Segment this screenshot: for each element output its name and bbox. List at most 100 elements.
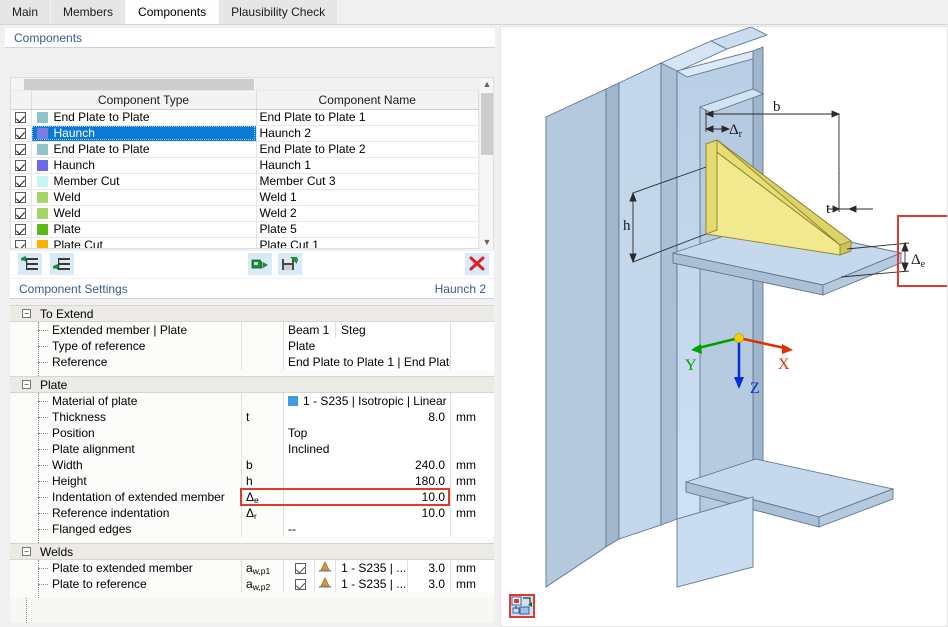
cell-component-type[interactable]: Haunch bbox=[31, 125, 257, 142]
cell-component-type[interactable]: Weld bbox=[31, 205, 257, 222]
checkbox-icon[interactable] bbox=[15, 112, 27, 124]
checkbox-icon[interactable] bbox=[295, 579, 307, 591]
property-section-header[interactable]: − Plate bbox=[10, 376, 494, 393]
tab-main[interactable]: Main bbox=[0, 0, 52, 24]
property-value[interactable]: 180.0 bbox=[284, 473, 450, 489]
collapse-expand-icon[interactable]: − bbox=[22, 309, 31, 318]
property-row[interactable]: Plate alignment Inclined bbox=[10, 441, 494, 457]
insert-before-button[interactable] bbox=[18, 253, 42, 275]
header-component-name[interactable]: Component Name bbox=[256, 91, 479, 110]
collapse-expand-icon[interactable]: − bbox=[22, 380, 31, 389]
row-checkbox[interactable] bbox=[11, 157, 32, 174]
tab-components[interactable]: Components bbox=[126, 0, 220, 24]
table-row[interactable]: Haunch Haunch 2 bbox=[11, 125, 479, 142]
table-row[interactable]: Weld Weld 2 bbox=[11, 205, 479, 222]
checkbox-icon[interactable] bbox=[15, 144, 27, 156]
table-row[interactable]: Plate Plate 5 bbox=[11, 221, 479, 238]
table-row[interactable]: Haunch Haunch 1 bbox=[11, 157, 479, 174]
table-row[interactable]: Member Cut Member Cut 3 bbox=[11, 173, 479, 190]
checkbox-icon[interactable] bbox=[15, 240, 27, 248]
property-value[interactable]: Beam 1 bbox=[284, 322, 335, 338]
collapse-expand-icon[interactable]: − bbox=[22, 547, 31, 556]
weld-material[interactable]: 1 - S235 | ... bbox=[336, 576, 408, 592]
row-checkbox[interactable] bbox=[11, 221, 32, 238]
property-value[interactable]: Plate bbox=[284, 338, 450, 354]
scroll-up-icon[interactable]: ▲ bbox=[480, 78, 494, 92]
property-row[interactable]: Thickness t 8.0 mm bbox=[10, 409, 494, 425]
scroll-down-icon[interactable]: ▼ bbox=[480, 236, 494, 250]
row-checkbox[interactable] bbox=[11, 205, 32, 222]
property-value[interactable]: 1 - S235 | ... 3.0 bbox=[284, 560, 450, 576]
cell-component-type[interactable]: End Plate to Plate bbox=[31, 141, 257, 158]
cell-component-name[interactable]: Member Cut 3 bbox=[256, 173, 479, 190]
property-row[interactable]: Flanged edges -- bbox=[10, 521, 494, 537]
weld-thickness-value[interactable]: 3.0 bbox=[408, 560, 450, 576]
cell-component-name[interactable]: Plate 5 bbox=[256, 221, 479, 238]
cell-component-name[interactable]: Haunch 1 bbox=[256, 157, 479, 174]
weld-material[interactable]: 1 - S235 | ... bbox=[336, 560, 408, 576]
cell-component-name[interactable]: End Plate to Plate 1 bbox=[256, 109, 479, 126]
table-row[interactable]: End Plate to Plate End Plate to Plate 2 bbox=[11, 141, 479, 158]
insert-after-button[interactable] bbox=[50, 253, 74, 275]
cell-component-type[interactable]: End Plate to Plate bbox=[31, 109, 257, 126]
row-checkbox[interactable] bbox=[11, 189, 32, 206]
property-row[interactable]: Plate to reference aw,p2 1 - S235 | ... 3.0… bbox=[10, 576, 494, 592]
checkbox-icon[interactable] bbox=[15, 208, 27, 220]
table-row[interactable]: Weld Weld 1 bbox=[11, 189, 479, 206]
property-row[interactable]: Width b 240.0 mm bbox=[10, 457, 494, 473]
checkbox-icon[interactable] bbox=[295, 563, 307, 575]
weld-enabled-checkbox[interactable] bbox=[288, 560, 315, 576]
property-value[interactable]: 240.0 bbox=[284, 457, 450, 473]
tab-members[interactable]: Members bbox=[51, 0, 127, 24]
row-checkbox[interactable] bbox=[11, 237, 32, 248]
cell-component-name[interactable]: Weld 2 bbox=[256, 205, 479, 222]
cell-component-name[interactable]: Weld 1 bbox=[256, 189, 479, 206]
cell-component-name[interactable]: Plate Cut 1 bbox=[256, 237, 479, 248]
property-row[interactable]: Reference indentation Δr 10.0 mm bbox=[10, 505, 494, 521]
cell-component-name[interactable]: Haunch 2 bbox=[256, 125, 479, 142]
property-row[interactable]: Material of plate 1 - S235 | Isotropic | … bbox=[10, 393, 494, 409]
property-value-secondary[interactable]: Steg bbox=[335, 322, 450, 338]
property-row[interactable]: Indentation of extended member Δe 10.0 mm bbox=[10, 489, 494, 505]
cell-component-type[interactable]: Haunch bbox=[31, 157, 257, 174]
property-row[interactable]: Reference End Plate to Plate 1 | End Plat… bbox=[10, 354, 494, 370]
vertical-scrollbar[interactable]: ▲ ▼ bbox=[479, 78, 493, 250]
checkbox-icon[interactable] bbox=[15, 160, 27, 172]
delete-component-button[interactable] bbox=[465, 253, 489, 275]
table-row[interactable]: Plate Cut Plate Cut 1 bbox=[11, 237, 479, 248]
horizontal-scrollbar-thumb[interactable] bbox=[24, 79, 254, 90]
table-row[interactable]: End Plate to Plate End Plate to Plate 1 bbox=[11, 109, 479, 126]
row-checkbox[interactable] bbox=[11, 109, 32, 126]
property-value[interactable]: End Plate to Plate 1 | End Plate bbox=[284, 354, 450, 370]
horizontal-scrollbar[interactable] bbox=[11, 78, 481, 91]
row-checkbox[interactable] bbox=[11, 141, 32, 158]
import-component-button[interactable] bbox=[248, 253, 272, 275]
row-checkbox[interactable] bbox=[11, 173, 32, 190]
horizontal-scrollbar-track[interactable] bbox=[256, 79, 480, 90]
cell-component-type[interactable]: Plate bbox=[31, 221, 257, 238]
cell-component-name[interactable]: End Plate to Plate 2 bbox=[256, 141, 479, 158]
checkbox-icon[interactable] bbox=[15, 128, 27, 140]
save-component-button[interactable] bbox=[278, 253, 302, 275]
weld-thickness-value[interactable]: 3.0 bbox=[408, 576, 450, 592]
property-row[interactable]: Position Top bbox=[10, 425, 494, 441]
checkbox-icon[interactable] bbox=[15, 176, 27, 188]
property-row[interactable]: Height h 180.0 mm bbox=[10, 473, 494, 489]
property-row[interactable]: Plate to extended member aw,p1 1 - S235 | … bbox=[10, 560, 494, 576]
property-section-header[interactable]: − Welds bbox=[10, 543, 494, 560]
model-viewport[interactable]: b Δr t h Δe Y X Z bbox=[500, 26, 948, 627]
property-value[interactable]: 1 - S235 | Isotropic | Linear Elastic bbox=[284, 393, 450, 409]
property-value[interactable]: 1 - S235 | ... 3.0 bbox=[284, 576, 450, 592]
cell-component-type[interactable]: Member Cut bbox=[31, 173, 257, 190]
property-value[interactable]: Inclined bbox=[284, 441, 450, 457]
property-row[interactable]: Type of reference Plate bbox=[10, 338, 494, 354]
property-section-header[interactable]: − To Extend bbox=[10, 305, 494, 322]
property-value[interactable]: 10.0 bbox=[284, 505, 450, 521]
weld-enabled-checkbox[interactable] bbox=[288, 576, 315, 592]
property-value[interactable]: 8.0 bbox=[284, 409, 450, 425]
tab-plausibility-check[interactable]: Plausibility Check bbox=[219, 0, 339, 24]
property-value[interactable]: Top bbox=[284, 425, 450, 441]
header-component-type[interactable]: Component Type bbox=[31, 91, 257, 110]
vertical-scrollbar-thumb[interactable] bbox=[481, 93, 493, 155]
cell-component-type[interactable]: Weld bbox=[31, 189, 257, 206]
